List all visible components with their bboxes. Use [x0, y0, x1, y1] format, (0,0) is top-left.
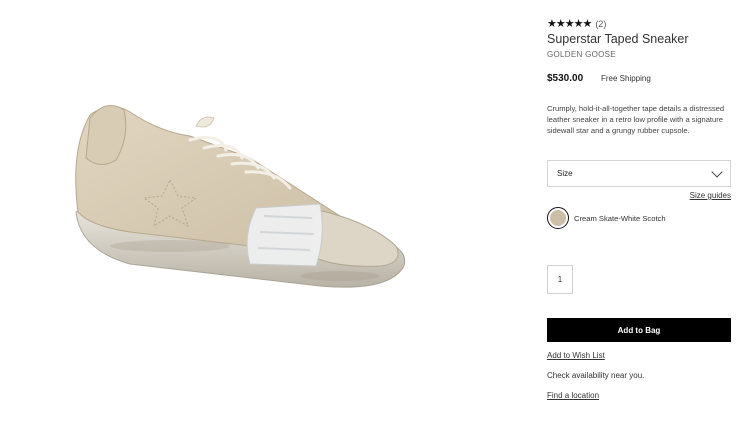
add-to-bag-button[interactable]: Add to Bag [547, 318, 731, 342]
sneaker-image [75, 105, 406, 288]
product-description: Crumply, hold-it-all-together tape detai… [547, 104, 725, 135]
add-to-wish-list-link[interactable]: Add to Wish List [547, 351, 605, 360]
product-title: Superstar Taped Sneaker [547, 32, 689, 46]
color-name: Cream Skate-White Scotch [574, 213, 666, 223]
find-location-link[interactable]: Find a location [547, 391, 599, 400]
availability-text: Check availability near you. [547, 371, 645, 380]
product-image[interactable] [20, 40, 460, 360]
chevron-down-icon [711, 165, 723, 178]
brand-name[interactable]: GOLDEN GOOSE [547, 50, 616, 59]
shipping-info: Free Shipping [601, 74, 651, 83]
quantity-input[interactable]: 1 [547, 265, 573, 294]
color-swatch[interactable] [547, 207, 569, 229]
price: $530.00 [547, 73, 584, 84]
color-selector: Cream Skate-White Scotch [547, 207, 666, 229]
size-dropdown-label: Size [557, 169, 573, 178]
color-swatch-fill [550, 210, 566, 226]
size-dropdown[interactable]: Size [547, 160, 731, 187]
rating[interactable]: ★★★★★ (2) [547, 18, 606, 30]
star-rating-icon: ★★★★★ [547, 18, 592, 30]
size-guides-link[interactable]: Size guides [690, 191, 731, 200]
review-count[interactable]: (2) [595, 18, 606, 30]
